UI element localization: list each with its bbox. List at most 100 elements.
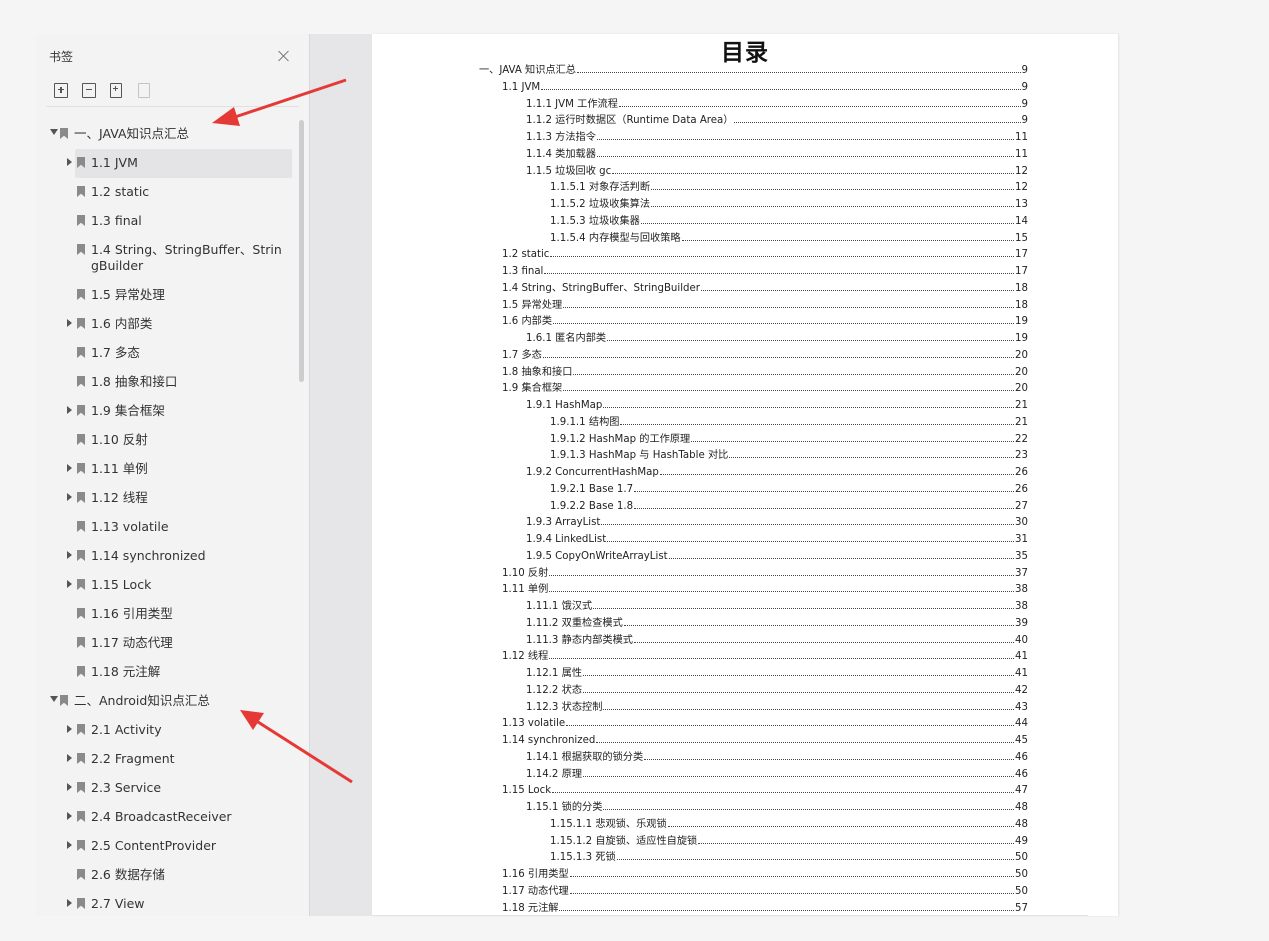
toc-entry[interactable]: 1.12 线程 41 — [502, 646, 1028, 662]
toc-entry[interactable]: 1.1.5.1 对象存活判断 12 — [550, 177, 1028, 193]
toc-entry[interactable]: 1.9.5 CopyOnWriteArrayList 35 — [526, 546, 1028, 562]
toc-entry[interactable]: 1.9.1 HashMap 21 — [526, 395, 1028, 411]
bookmark-item[interactable]: 1.7 多态 — [36, 339, 298, 368]
toc-entry[interactable]: 1.5 异常处理 18 — [502, 295, 1028, 311]
panel-scrollbar[interactable] — [299, 120, 304, 382]
collapse-toggle-icon[interactable] — [50, 129, 58, 135]
expand-toggle-icon[interactable] — [67, 783, 72, 791]
toc-entry[interactable]: 1.12.1 属性 41 — [526, 663, 1028, 679]
expand-toggle-icon[interactable] — [67, 754, 72, 762]
toc-entry[interactable]: 1.15.1.2 自旋锁、适应性自旋锁 49 — [550, 831, 1028, 847]
delete-bookmark-icon[interactable] — [138, 83, 150, 98]
bookmark-section[interactable]: 二、Android知识点汇总 — [36, 687, 298, 716]
bookmark-item[interactable]: 2.4 BroadcastReceiver — [36, 803, 298, 832]
toc-entry[interactable]: 1.15 Lock 47 — [502, 780, 1028, 796]
expand-toggle-icon[interactable] — [67, 812, 72, 820]
toc-entry[interactable]: 1.1.2 运行时数据区（Runtime Data Area） 9 — [526, 110, 1028, 126]
toc-entry[interactable]: 1.1 JVM 9 — [502, 77, 1028, 93]
toc-entry[interactable]: 1.17 动态代理 50 — [502, 881, 1028, 897]
bookmark-item[interactable]: 1.16 引用类型 — [36, 600, 298, 629]
close-icon[interactable] — [276, 48, 292, 64]
toc-entry[interactable]: 1.6.1 匿名内部类 19 — [526, 328, 1028, 344]
bookmark-item[interactable]: 2.7 View — [36, 890, 298, 916]
toc-entry[interactable]: 1.14 synchronized 45 — [502, 730, 1028, 746]
bookmark-item[interactable]: 1.17 动态代理 — [36, 629, 298, 658]
expand-all-icon[interactable] — [54, 83, 68, 98]
toc-entry[interactable]: 1.11.1 饿汉式 38 — [526, 596, 1028, 612]
toc-entry[interactable]: 1.10 反射 37 — [502, 563, 1028, 579]
collapse-all-icon[interactable] — [82, 83, 96, 98]
toc-entry[interactable]: 1.9.1.2 HashMap 的工作原理 22 — [550, 429, 1028, 445]
toc-entry[interactable]: 1.9.1.3 HashMap 与 HashTable 对比 23 — [550, 445, 1028, 461]
expand-toggle-icon[interactable] — [67, 841, 72, 849]
toc-entry[interactable]: 一、JAVA 知识点汇总 9 — [479, 60, 1028, 76]
expand-toggle-icon[interactable] — [67, 319, 72, 327]
toc-entry[interactable]: 1.15.1.1 悲观锁、乐观锁 48 — [550, 814, 1028, 830]
toc-entry[interactable]: 1.9.2 ConcurrentHashMap 26 — [526, 462, 1028, 478]
expand-toggle-icon[interactable] — [67, 725, 72, 733]
toc-entry[interactable]: 1.9.4 LinkedList 31 — [526, 529, 1028, 545]
bookmark-item[interactable]: 1.9 集合框架 — [36, 397, 298, 426]
expand-toggle-icon[interactable] — [67, 551, 72, 559]
toc-entry[interactable]: 1.6 内部类 19 — [502, 311, 1028, 327]
toc-entry[interactable]: 1.1.5.4 内存模型与回收策略 15 — [550, 228, 1028, 244]
toc-entry[interactable]: 1.12.2 状态 42 — [526, 680, 1028, 696]
bookmark-item[interactable]: 1.14 synchronized — [36, 542, 298, 571]
toc-entry[interactable]: 1.4 String、StringBuffer、StringBuilder 18 — [502, 278, 1028, 294]
collapse-toggle-icon[interactable] — [50, 696, 58, 702]
bookmark-item[interactable]: 2.6 数据存储 — [36, 861, 298, 890]
bookmark-item[interactable]: 1.15 Lock — [36, 571, 298, 600]
bookmark-item[interactable]: 1.10 反射 — [36, 426, 298, 455]
toc-entry[interactable]: 1.3 final 17 — [502, 261, 1028, 277]
toc-entry[interactable]: 1.15.1.3 死锁 50 — [550, 847, 1028, 863]
bookmark-item[interactable]: 1.2 static — [36, 178, 298, 207]
toc-entry[interactable]: 1.9.3 ArrayList 30 — [526, 512, 1028, 528]
bookmark-item[interactable]: 1.11 单例 — [36, 455, 298, 484]
toc-entry[interactable]: 1.2 static 17 — [502, 244, 1028, 260]
toc-entry[interactable]: 1.1.5.2 垃圾收集算法 13 — [550, 194, 1028, 210]
toc-entry[interactable]: 1.7 多态 20 — [502, 345, 1028, 361]
toc-entry[interactable]: 1.15.1 锁的分类 48 — [526, 797, 1028, 813]
bookmark-item[interactable]: 1.5 异常处理 — [36, 281, 298, 310]
expand-toggle-icon[interactable] — [67, 493, 72, 501]
bookmark-item[interactable]: 2.2 Fragment — [36, 745, 298, 774]
bookmark-item[interactable]: 1.1 JVM — [36, 149, 298, 178]
bookmark-item[interactable]: 2.3 Service — [36, 774, 298, 803]
expand-toggle-icon[interactable] — [67, 464, 72, 472]
toc-entry[interactable]: 1.1.5 垃圾回收 gc 12 — [526, 161, 1028, 177]
toc-entry[interactable]: 1.11.3 静态内部类模式 40 — [526, 630, 1028, 646]
toc-entry[interactable]: 1.14.2 原理 46 — [526, 764, 1028, 780]
toc-entry[interactable]: 1.9.2.1 Base 1.7 26 — [550, 479, 1028, 495]
toc-entry[interactable]: 1.1.3 方法指令 11 — [526, 127, 1028, 143]
toc-entry[interactable]: 1.1.5.3 垃圾收集器 14 — [550, 211, 1028, 227]
expand-toggle-icon[interactable] — [67, 406, 72, 414]
add-bookmark-icon[interactable] — [110, 83, 122, 98]
bookmark-item[interactable]: 1.13 volatile — [36, 513, 298, 542]
bookmark-item[interactable]: 1.18 元注解 — [36, 658, 298, 687]
expand-toggle-icon[interactable] — [67, 158, 72, 166]
bookmark-item[interactable]: 1.8 抽象和接口 — [36, 368, 298, 397]
toc-entry[interactable]: 1.1.1 JVM 工作流程 9 — [526, 94, 1028, 110]
bookmark-section[interactable]: 一、JAVA知识点汇总 — [36, 120, 298, 149]
panel-splitter[interactable] — [310, 34, 372, 916]
toc-entry[interactable]: 1.16 引用类型 50 — [502, 864, 1028, 880]
toc-entry[interactable]: 1.1.4 类加载器 11 — [526, 144, 1028, 160]
toc-entry[interactable]: 1.14.1 根据获取的锁分类 46 — [526, 747, 1028, 763]
expand-toggle-icon[interactable] — [67, 580, 72, 588]
toc-entry[interactable]: 1.11 单例 38 — [502, 579, 1028, 595]
bookmark-item[interactable]: 1.4 String、StringBuffer、StringBuilder — [36, 236, 298, 281]
toc-entry[interactable]: 1.9.2.2 Base 1.8 27 — [550, 496, 1028, 512]
bookmark-item[interactable]: 1.6 内部类 — [36, 310, 298, 339]
expand-toggle-icon[interactable] — [67, 899, 72, 907]
bookmark-item[interactable]: 2.5 ContentProvider — [36, 832, 298, 861]
toc-entry[interactable]: 1.8 抽象和接口 20 — [502, 362, 1028, 378]
bookmark-item[interactable]: 2.1 Activity — [36, 716, 298, 745]
toc-entry[interactable]: 1.12.3 状态控制 43 — [526, 697, 1028, 713]
bookmark-item[interactable]: 1.3 final — [36, 207, 298, 236]
bookmark-item[interactable]: 1.12 线程 — [36, 484, 298, 513]
toc-entry[interactable]: 1.11.2 双重检查模式 39 — [526, 613, 1028, 629]
toc-entry[interactable]: 1.9.1.1 结构图 21 — [550, 412, 1028, 428]
toc-entry[interactable]: 1.18 元注解 57 — [502, 898, 1028, 914]
toc-entry[interactable]: 1.9 集合框架 20 — [502, 378, 1028, 394]
toc-entry[interactable]: 1.13 volatile 44 — [502, 713, 1028, 729]
